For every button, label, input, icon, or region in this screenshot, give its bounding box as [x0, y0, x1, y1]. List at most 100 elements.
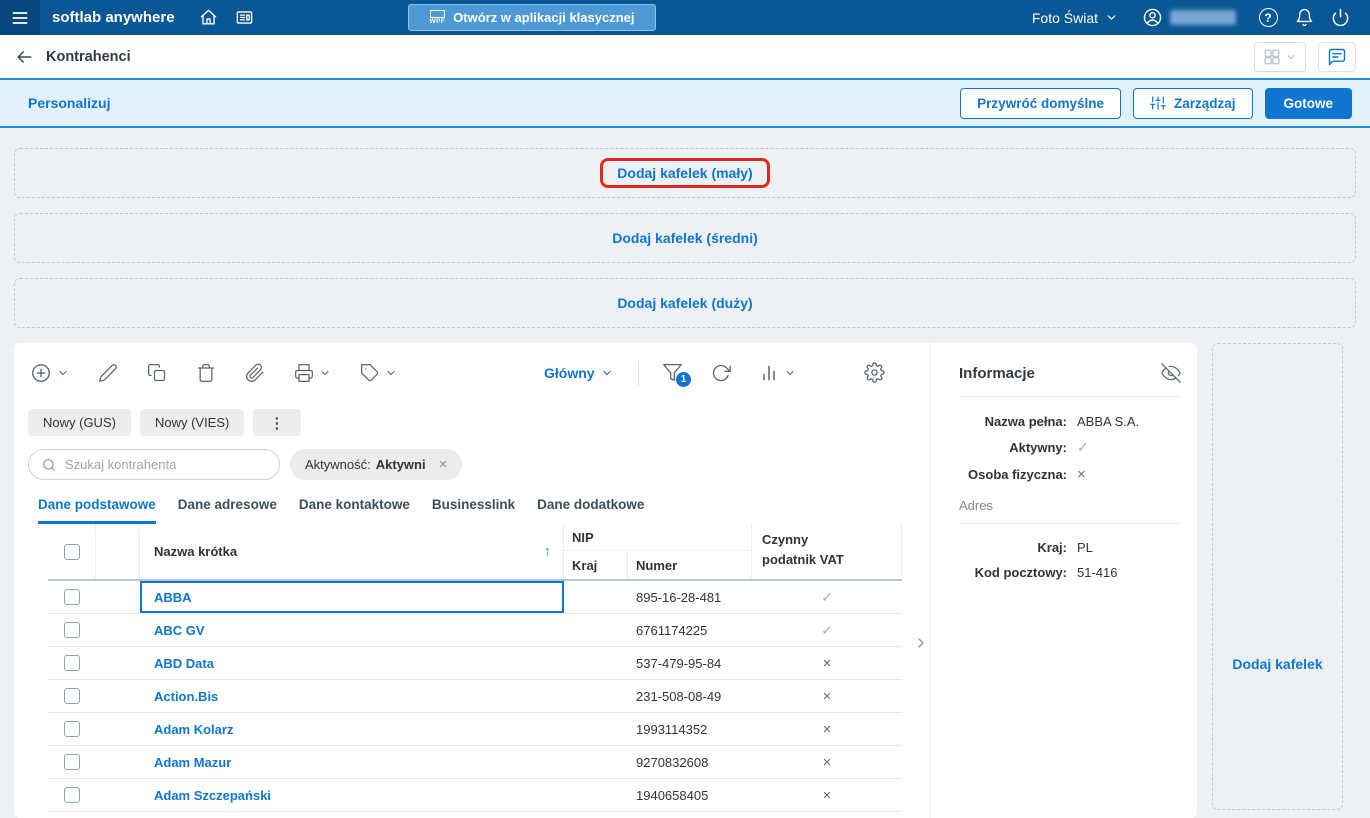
header-checkbox-cell — [48, 524, 96, 579]
back-button[interactable] — [14, 47, 34, 67]
news-icon — [236, 11, 253, 24]
cell-name-selected[interactable]: ABBA — [140, 581, 564, 613]
cell-nip: 6761174225 — [636, 622, 708, 638]
home-button[interactable] — [191, 0, 227, 35]
remove-filter-icon[interactable]: × — [439, 457, 448, 472]
cell-name[interactable]: ABC GV — [140, 614, 564, 646]
manage-button[interactable]: Zarządzaj — [1132, 87, 1253, 119]
row-checkbox[interactable] — [64, 622, 80, 638]
filter-chip-label: Aktywność: — [305, 457, 371, 472]
view-selector[interactable]: Główny — [544, 365, 613, 381]
new-gus-button[interactable]: Nowy (GUS) — [28, 409, 131, 436]
add-record-button[interactable] — [30, 362, 69, 384]
vat-flag: ✓ — [821, 588, 833, 605]
copy-record-button[interactable] — [147, 363, 167, 383]
column-header-vat[interactable]: Czynny podatnik VAT — [752, 524, 902, 579]
table-row[interactable]: Adam Mazur 9270832608 × — [48, 746, 902, 779]
attachments-button[interactable] — [245, 363, 265, 383]
cell-name[interactable]: Adam Mazur — [140, 746, 564, 778]
search-input[interactable] — [65, 457, 267, 472]
tab-dane-kontaktowe[interactable]: Dane kontaktowe — [299, 497, 410, 524]
power-icon — [1332, 8, 1348, 27]
more-actions-button[interactable]: ⋮ — [253, 409, 302, 436]
info-section-label: Adres — [959, 498, 993, 513]
tab-dane-podstawowe[interactable]: Dane podstawowe — [38, 497, 156, 524]
more-icon: ⋮ — [269, 414, 286, 432]
user-avatar-button[interactable] — [1134, 0, 1170, 35]
cell-name[interactable]: Adam Kolarz — [140, 713, 564, 745]
refresh-button[interactable] — [711, 363, 731, 383]
table-row[interactable]: Adam Kolarz 1993114352 × — [48, 713, 902, 746]
row-checkbox[interactable] — [64, 754, 80, 770]
filter-button[interactable]: 1 — [662, 362, 691, 387]
info-field: Kod pocztowy: 51-416 — [959, 565, 1181, 580]
delete-icon — [197, 364, 215, 382]
print-button[interactable] — [294, 363, 331, 383]
table-row[interactable]: Adam Szczepański 1940658405 × — [48, 779, 902, 812]
analytics-button[interactable] — [759, 363, 796, 383]
row-checkbox[interactable] — [64, 655, 80, 671]
tab-businesslink[interactable]: Businesslink — [432, 497, 515, 524]
feedback-chat-icon — [1328, 48, 1346, 65]
app-window: softlab anywhere WPF Otwórz w aplikacji … — [0, 0, 1370, 818]
column-header-kraj[interactable]: Kraj — [564, 551, 628, 579]
news-button[interactable] — [227, 0, 263, 35]
table-row[interactable]: ABC GV 6761174225 ✓ — [48, 614, 902, 647]
add-tile-large-button[interactable]: Dodaj kafelek (duży) — [14, 278, 1356, 328]
toolbar-divider — [638, 362, 639, 386]
sort-asc-icon[interactable]: ↑ — [544, 543, 552, 560]
cell-name[interactable]: Action.Bis — [140, 680, 564, 712]
feedback-button[interactable] — [1318, 41, 1356, 72]
cell-name[interactable]: Adam Szczepański — [140, 779, 564, 811]
tab-dane-adresowe[interactable]: Dane adresowe — [178, 497, 277, 524]
column-vat-line2: podatnik VAT — [762, 552, 844, 568]
info-field-label: Kod pocztowy: — [974, 565, 1067, 580]
company-selector[interactable]: Foto Świat — [1032, 10, 1118, 26]
delete-record-button[interactable] — [196, 363, 216, 383]
row-checkbox[interactable] — [64, 589, 80, 605]
notifications-button[interactable] — [1286, 0, 1322, 35]
column-header-name[interactable]: Nazwa krótka ↑ — [140, 524, 564, 579]
annotation-highlight: Dodaj kafelek (mały) — [600, 158, 770, 188]
filter-chip-value: Aktywni — [375, 457, 426, 472]
select-all-checkbox[interactable] — [63, 543, 80, 560]
row-checkbox[interactable] — [64, 721, 80, 737]
home-icon — [200, 9, 217, 25]
settings-icon — [864, 362, 885, 383]
tab-dane-dodatkowe[interactable]: Dane dodatkowe — [537, 497, 644, 524]
activity-filter-chip[interactable]: Aktywność: Aktywni × — [290, 449, 463, 480]
edit-record-button[interactable] — [98, 363, 118, 383]
tag-icon — [361, 364, 379, 382]
help-button[interactable]: ? — [1250, 0, 1286, 35]
column-name-label: Nazwa krótka — [154, 544, 238, 559]
layout-switcher-button[interactable] — [1254, 41, 1306, 72]
manage-label: Zarządzaj — [1173, 95, 1236, 111]
info-field: Aktywny: ✓ — [959, 439, 1181, 456]
logout-button[interactable] — [1322, 0, 1358, 35]
chevron-down-icon — [602, 370, 611, 376]
add-icon — [32, 364, 50, 382]
column-header-nip[interactable]: NIP — [564, 524, 751, 552]
hamburger-menu-button[interactable] — [0, 0, 40, 35]
table-row[interactable]: ABBA 895-16-28-481 ✓ — [48, 581, 902, 614]
grid-settings-button[interactable] — [864, 362, 885, 383]
open-classic-label: Otwórz w aplikacji klasycznej — [453, 10, 635, 25]
tags-button[interactable] — [360, 363, 397, 383]
add-tile-small-button[interactable]: Dodaj kafelek (mały) — [14, 148, 1356, 198]
row-checkbox[interactable] — [64, 688, 80, 704]
add-tile-medium-button[interactable]: Dodaj kafelek (średni) — [14, 213, 1356, 263]
restore-defaults-button[interactable]: Przywróć domyślne — [960, 87, 1121, 119]
row-checkbox[interactable] — [64, 787, 80, 803]
search-icon — [43, 458, 55, 471]
open-classic-button[interactable]: WPF Otwórz w aplikacji klasycznej — [408, 4, 656, 31]
table-row[interactable]: ABD Data 537-479-95-84 × — [48, 647, 902, 680]
cell-name[interactable]: ABD Data — [140, 647, 564, 679]
bell-icon — [1296, 8, 1312, 27]
table-row[interactable]: Action.Bis 231-508-08-49 × — [48, 680, 902, 713]
add-tile-side-button[interactable]: Dodaj kafelek — [1212, 343, 1343, 810]
chevron-down-icon — [1107, 15, 1116, 20]
column-header-numer[interactable]: Numer — [628, 551, 751, 579]
done-button[interactable]: Gotowe — [1264, 87, 1352, 119]
new-vies-button[interactable]: Nowy (VIES) — [139, 409, 245, 436]
hide-panel-button[interactable] — [1161, 363, 1181, 383]
